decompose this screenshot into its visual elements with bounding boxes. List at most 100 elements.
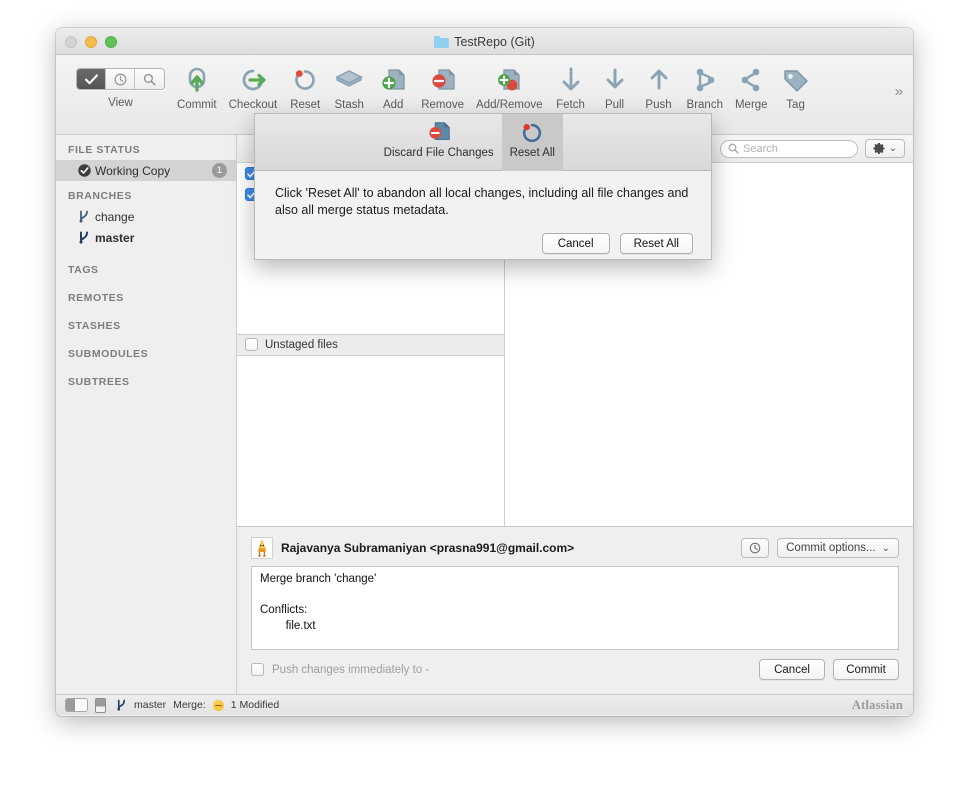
folder-icon xyxy=(434,35,450,48)
popover-tab-discard-file-changes[interactable]: Discard File Changes xyxy=(376,114,502,171)
popover-cancel-button[interactable]: Cancel xyxy=(541,233,610,254)
sidebar: FILE STATUS Working Copy 1 BRANCHES chan… xyxy=(56,135,237,694)
search-placeholder: Search xyxy=(743,142,778,155)
toolbar-label: Reset xyxy=(290,99,321,111)
toolbar-label: Add/Remove xyxy=(476,99,543,111)
unstaged-files-checkbox[interactable] xyxy=(245,338,258,351)
commit-icon xyxy=(184,63,210,97)
commit-message-input[interactable]: Merge branch 'change' Conflicts: file.tx… xyxy=(251,566,899,650)
checkout-icon xyxy=(239,63,267,97)
window-title: TestRepo (Git) xyxy=(454,34,535,49)
stash-icon xyxy=(335,63,364,97)
popover-tabs: Discard File Changes Reset All xyxy=(255,114,711,171)
commit-header: Rajavanya Subramaniyan <prasna991@gmail.… xyxy=(251,537,899,559)
toolbar-button-fetch[interactable]: Fetch xyxy=(549,63,593,111)
toolbar-view-group: View xyxy=(70,63,171,109)
pull-icon xyxy=(604,63,626,97)
commit-history-button[interactable] xyxy=(741,538,770,558)
toolbar-label: Merge xyxy=(734,99,768,111)
popover-body: Click 'Reset All' to abandon all local c… xyxy=(255,171,711,254)
view-segment-search[interactable] xyxy=(135,69,164,89)
toolbar-button-add[interactable]: Add xyxy=(371,63,415,111)
view-segmented-control[interactable] xyxy=(76,68,165,90)
toolbar-label: Add xyxy=(382,99,404,111)
tag-icon xyxy=(782,63,810,97)
toolbar-button-stash[interactable]: Stash xyxy=(327,63,371,111)
merge-icon xyxy=(739,63,763,97)
sidebar-item-working-copy[interactable]: Working Copy 1 xyxy=(56,160,236,181)
unstaged-files-label: Unstaged files xyxy=(265,338,338,351)
branch-icon xyxy=(116,699,127,712)
sidebar-section-subtrees[interactable]: SUBTREES xyxy=(56,376,236,388)
branch-icon xyxy=(78,210,95,224)
status-bar: master Merge: 1 Modified Atlassian xyxy=(56,694,913,715)
sourcetree-window: TestRepo (Git) View Commit Checkout Rese… xyxy=(56,28,913,716)
toolbar-button-add-remove[interactable]: Add/Remove xyxy=(470,63,548,111)
toolbar-button-checkout[interactable]: Checkout xyxy=(223,63,284,111)
sidebar-section-tags[interactable]: TAGS xyxy=(56,264,236,276)
toolbar-label: Push xyxy=(645,99,672,111)
popover-message: Click 'Reset All' to abandon all local c… xyxy=(275,186,689,217)
status-branch-name: master xyxy=(134,699,167,711)
sidebar-section-remotes[interactable]: REMOTES xyxy=(56,292,236,304)
commit-footer: Push changes immediately to - Cancel Com… xyxy=(251,659,899,680)
commit-cancel-button[interactable]: Cancel xyxy=(759,659,825,680)
sidebar-toggle-icon[interactable] xyxy=(65,698,88,712)
toolbar-overflow-button[interactable]: » xyxy=(895,83,903,100)
status-badge: 1 xyxy=(212,163,227,178)
reset-icon xyxy=(520,119,544,147)
popover-buttons: Cancel Reset All xyxy=(275,233,693,254)
toolbar-button-merge[interactable]: Merge xyxy=(729,63,774,111)
push-immediately-checkbox[interactable] xyxy=(251,663,264,676)
panel-toggle-icon[interactable] xyxy=(95,697,106,713)
window-title-group: TestRepo (Git) xyxy=(56,28,913,55)
commit-button[interactable]: Commit xyxy=(833,659,899,680)
push-immediately-label: Push changes immediately to - xyxy=(272,663,430,676)
sidebar-item-branch-master[interactable]: master xyxy=(56,227,236,248)
search-icon xyxy=(143,73,156,86)
reset-icon xyxy=(292,63,318,97)
avatar[interactable] xyxy=(251,537,273,559)
chevron-down-icon: ⌄ xyxy=(881,542,890,554)
search-icon xyxy=(728,143,739,154)
commit-options-label: Commit options... xyxy=(786,542,876,554)
toolbar-label: Fetch xyxy=(556,99,585,111)
status-modified-count: 1 Modified xyxy=(230,699,280,711)
sidebar-item-branch-change[interactable]: change xyxy=(56,206,236,227)
view-segment-history[interactable] xyxy=(106,69,135,89)
toolbar-button-remove[interactable]: Remove xyxy=(415,63,470,111)
commit-panel: Rajavanya Subramaniyan <prasna991@gmail.… xyxy=(237,526,913,694)
popover-reset-all-button[interactable]: Reset All xyxy=(619,233,693,254)
toolbar-button-reset[interactable]: Reset xyxy=(283,63,327,111)
status-merge-label: Merge: xyxy=(173,699,206,711)
unstaged-file-list[interactable] xyxy=(237,355,504,526)
unstaged-files-header[interactable]: Unstaged files xyxy=(237,333,504,356)
toolbar-label: Branch xyxy=(686,99,723,111)
toolbar-button-push[interactable]: Push xyxy=(637,63,681,111)
search-input[interactable]: Search xyxy=(720,139,858,158)
remove-icon xyxy=(429,63,457,97)
toolbar-button-pull[interactable]: Pull xyxy=(593,63,637,111)
sidebar-item-label: master xyxy=(95,230,135,245)
popover-tab-reset-all[interactable]: Reset All xyxy=(501,114,563,171)
toolbar-items: View Commit Checkout Reset Stash Add Rem… xyxy=(56,55,913,111)
toolbar-button-branch[interactable]: Branch xyxy=(681,63,729,111)
commit-options-button[interactable]: Commit options... ⌄ xyxy=(777,538,899,558)
view-segment-status[interactable] xyxy=(77,69,106,89)
toolbar-button-tag[interactable]: Tag xyxy=(774,63,818,111)
view-label: View xyxy=(108,97,133,109)
modified-status-icon xyxy=(212,699,224,711)
atlassian-brand: Atlassian xyxy=(851,697,903,712)
sidebar-section-submodules[interactable]: SUBMODULES xyxy=(56,348,236,360)
toolbar-label: Checkout xyxy=(228,99,278,111)
sidebar-item-label: Working Copy xyxy=(95,163,171,178)
toolbar-button-commit[interactable]: Commit xyxy=(171,63,223,111)
screen: TestRepo (Git) View Commit Checkout Rese… xyxy=(0,0,964,796)
window-titlebar: TestRepo (Git) xyxy=(56,28,913,55)
clock-icon xyxy=(114,73,126,85)
fetch-icon xyxy=(560,63,582,97)
clock-icon xyxy=(749,542,761,554)
settings-gear-button[interactable]: ⌄ xyxy=(865,139,905,158)
sidebar-section-stashes[interactable]: STASHES xyxy=(56,320,236,332)
check-circle-icon xyxy=(78,164,95,177)
